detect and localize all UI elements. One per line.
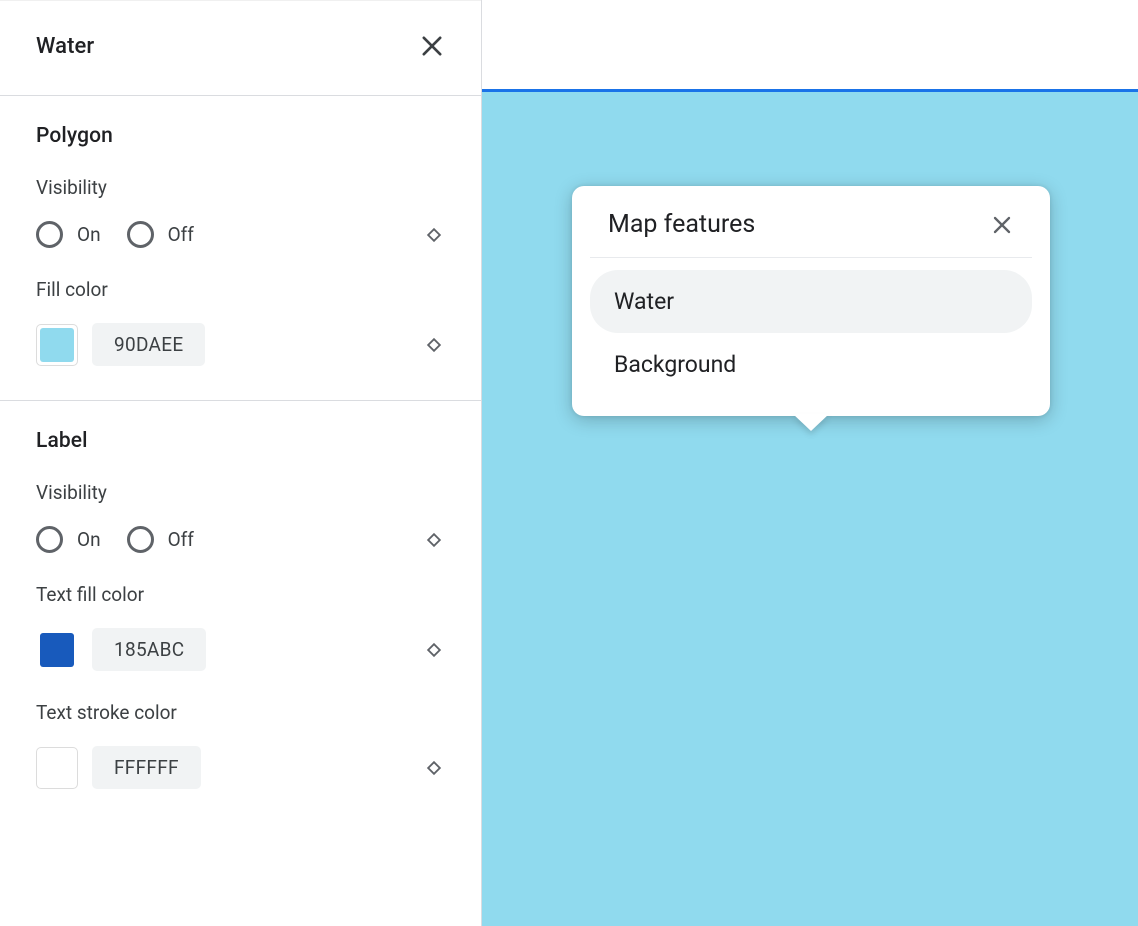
text-fill-swatch[interactable] [36,629,78,671]
radio-off-label: Off [168,528,194,551]
radio-off-label: Off [168,223,194,246]
label-visibility-on-radio[interactable]: On [36,526,117,553]
text-stroke-hex[interactable]: FFFFFF [92,746,201,789]
close-panel-button[interactable] [411,25,453,67]
text-stroke-swatch[interactable] [36,747,78,789]
panel-title: Water [36,34,94,59]
diamond-icon [423,639,445,661]
popup-item-background[interactable]: Background [590,333,1032,396]
text-fill-color-controls: 185ABC [36,628,206,671]
diamond-icon [423,224,445,246]
text-stroke-inherit-toggle[interactable] [423,757,445,779]
polygon-visibility-on-radio[interactable]: On [36,221,117,248]
text-fill-color-label: Text fill color [36,583,445,606]
polygon-fill-color-label: Fill color [36,278,445,301]
polygon-section-title: Polygon [36,124,445,148]
text-stroke-color-label: Text stroke color [36,701,445,724]
popup-item-water[interactable]: Water [590,270,1032,333]
polygon-fill-color-row: 90DAEE [36,323,445,366]
polygon-fill-color-controls: 90DAEE [36,323,205,366]
close-icon [990,213,1014,237]
label-visibility-inherit-toggle[interactable] [423,529,445,551]
color-swatch-icon [40,633,74,667]
polygon-visibility-inherit-toggle[interactable] [423,224,445,246]
diamond-icon [423,334,445,356]
label-visibility-label: Visibility [36,481,445,504]
preview-water-area[interactable]: Map features Water Background [482,92,1138,926]
radio-on-label: On [77,528,101,551]
text-stroke-color-row: FFFFFF [36,746,445,789]
color-swatch-icon [40,328,74,362]
map-preview: Map features Water Background [482,0,1138,926]
radio-icon [36,526,63,553]
text-fill-color-row: 185ABC [36,628,445,671]
popup-header: Map features [590,210,1032,258]
radio-on-label: On [77,223,101,246]
map-features-popup: Map features Water Background [572,186,1050,416]
diamond-icon [423,529,445,551]
diamond-icon [423,757,445,779]
style-sidebar: Water Polygon Visibility On Off [0,0,482,926]
preview-topbar [482,0,1138,92]
popup-tail-icon [793,414,829,431]
label-visibility-radios: On Off [36,526,210,553]
polygon-visibility-radios: On Off [36,221,210,248]
color-swatch-icon [40,751,74,785]
label-section-title: Label [36,429,445,453]
polygon-fill-hex[interactable]: 90DAEE [92,323,205,366]
text-fill-hex[interactable]: 185ABC [92,628,206,671]
label-visibility-row: On Off [36,526,445,553]
close-icon [418,32,446,60]
label-section: Label Visibility On Off Text fill color [0,401,481,823]
polygon-fill-inherit-toggle[interactable] [423,334,445,356]
label-visibility-off-radio[interactable]: Off [127,526,210,553]
polygon-section: Polygon Visibility On Off Fill color [0,96,481,401]
popup-close-button[interactable] [990,213,1014,237]
polygon-visibility-label: Visibility [36,176,445,199]
radio-icon [36,221,63,248]
radio-icon [127,221,154,248]
radio-icon [127,526,154,553]
polygon-fill-swatch[interactable] [36,324,78,366]
popup-title: Map features [608,210,755,239]
text-stroke-color-controls: FFFFFF [36,746,201,789]
text-fill-inherit-toggle[interactable] [423,639,445,661]
panel-header: Water [0,0,481,96]
popup-list: Water Background [590,258,1032,396]
polygon-visibility-off-radio[interactable]: Off [127,221,210,248]
polygon-visibility-row: On Off [36,221,445,248]
